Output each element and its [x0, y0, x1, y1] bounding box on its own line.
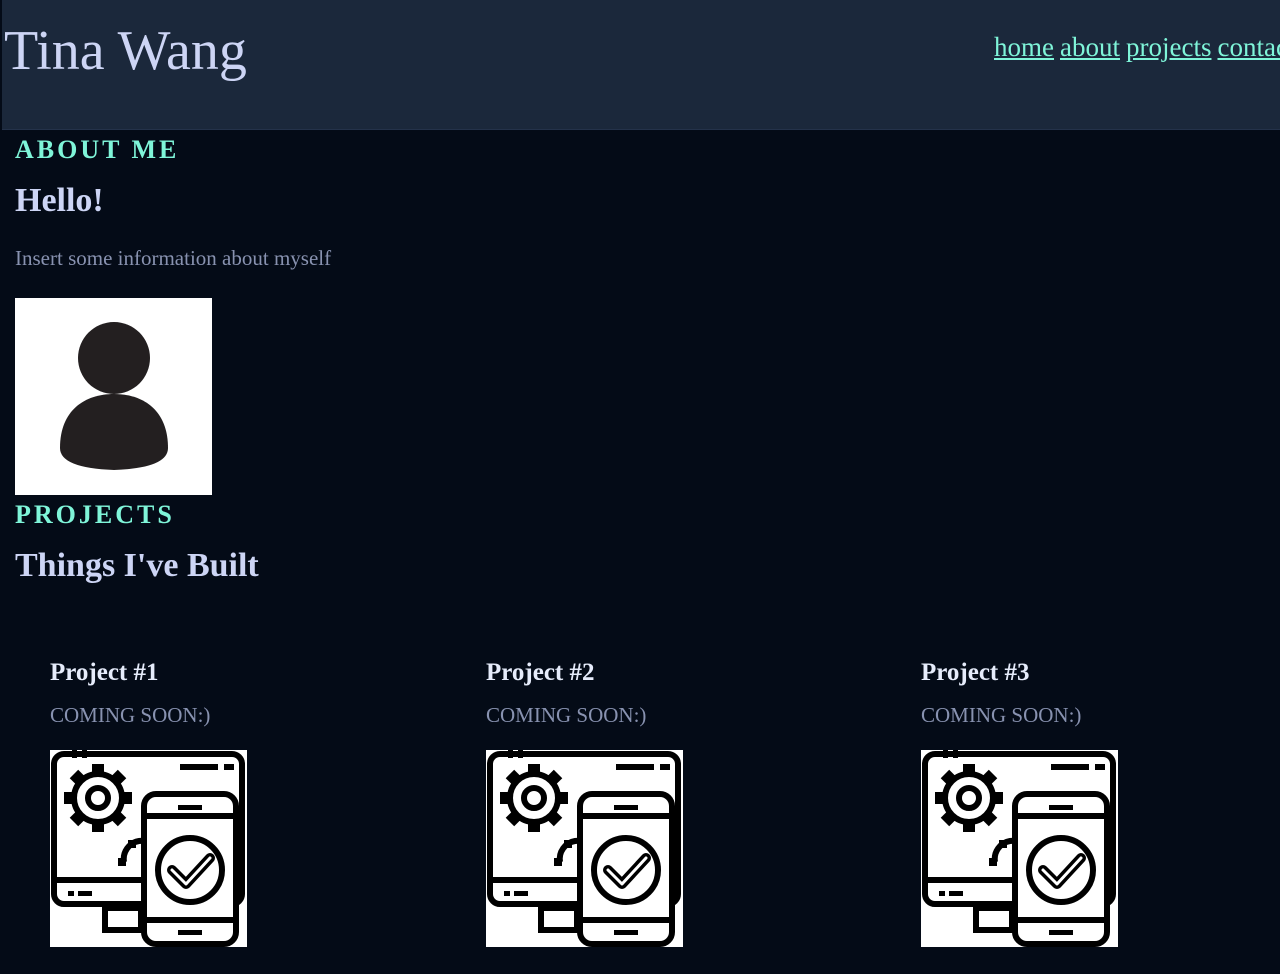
app-development-icon[interactable] [50, 750, 247, 947]
about-description: Insert some information about myself [15, 246, 332, 270]
project-status: COMING SOON:) [50, 703, 211, 727]
about-title: Hello! [15, 182, 104, 219]
person-avatar-icon [15, 298, 212, 495]
nav-link-contact[interactable]: contact [1217, 32, 1280, 62]
project-card: Project #2 COMING SOON:) [486, 660, 736, 947]
projects-title: Things I've Built [15, 547, 259, 584]
nav-link-home[interactable]: home [994, 32, 1054, 62]
project-card: Project #3 COMING SOON:) [921, 660, 1171, 947]
project-card: Project #1 COMING SOON:) [50, 660, 300, 947]
about-section-label: ABOUT ME [15, 135, 180, 164]
projects-section-label: PROJECTS [15, 500, 175, 529]
project-status: COMING SOON:) [921, 703, 1082, 727]
main-nav: home about projects contact [994, 32, 1280, 63]
site-name[interactable]: Tina Wang [4, 18, 247, 85]
project-title[interactable]: Project #3 [921, 660, 1171, 685]
project-title[interactable]: Project #1 [50, 660, 300, 685]
site-header: Tina Wang home about projects contact [2, 0, 1280, 130]
app-development-icon[interactable] [921, 750, 1118, 947]
nav-link-projects[interactable]: projects [1126, 32, 1211, 62]
nav-link-about[interactable]: about [1060, 32, 1120, 62]
app-development-icon[interactable] [486, 750, 683, 947]
project-status: COMING SOON:) [486, 703, 647, 727]
project-title[interactable]: Project #2 [486, 660, 736, 685]
